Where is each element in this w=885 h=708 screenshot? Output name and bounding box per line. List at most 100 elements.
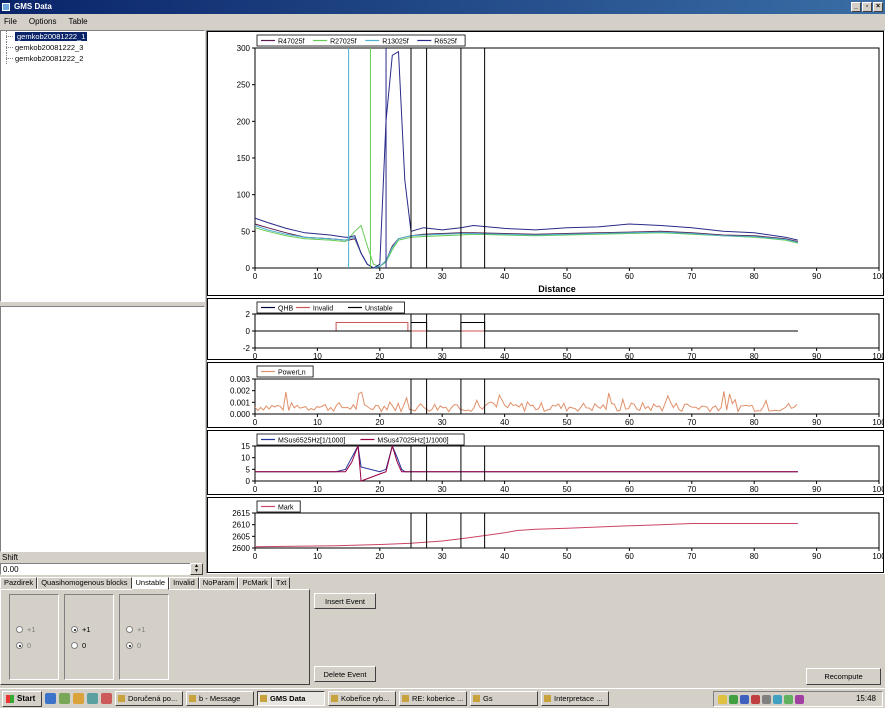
x-tick-label: 30 [438,485,447,494]
x-tick-label: 80 [750,352,759,361]
x-tick-label: 20 [375,272,384,281]
ie-icon[interactable] [45,693,56,704]
radio-plus-one[interactable]: +1 [71,625,91,634]
x-tick-label: 60 [625,552,634,561]
x-tick-label: 60 [625,418,634,427]
tray-icon[interactable] [718,694,727,704]
window-title: GMS Data [14,2,52,11]
tree-item[interactable]: gemkob20081222_1 [1,31,204,42]
taskbar-item-active[interactable]: GMS Data [257,691,325,706]
tab-quasihomogenous-blocks[interactable]: Quasihomogenous blocks [37,577,132,589]
taskbar-item[interactable]: RE: koberice ... [399,691,467,706]
tree-item[interactable]: gemkob20081222_2 [1,53,204,64]
dataset-tree[interactable]: gemkob20081222_1 gemkob20081222_3 gemkob… [0,30,205,302]
insert-event-button[interactable]: Insert Event [314,593,376,609]
x-tick-label: 90 [812,352,821,361]
radio-zero[interactable]: 0 [16,641,31,650]
y-tick-label: 300 [237,44,251,53]
delete-event-button[interactable]: Delete Event [314,666,376,682]
radio-plus-one[interactable]: +1 [16,625,36,634]
legend-label: R47025f [278,39,305,46]
radio-zero[interactable]: 0 [126,641,141,650]
app-quick-icon[interactable] [101,693,112,704]
tray-icon[interactable] [795,694,804,704]
y-tick-label: -2 [243,344,251,353]
x-tick-label: 20 [375,352,384,361]
x-tick-label: 20 [375,485,384,494]
radio-group-1: +1 0 [9,594,59,680]
x-tick-label: 60 [625,485,634,494]
tree-item[interactable]: gemkob20081222_3 [1,42,204,53]
x-tick-label: 70 [687,485,696,494]
x-tick-label: 40 [500,418,509,427]
outlook-icon[interactable] [73,693,84,704]
tray-icon[interactable] [740,694,749,704]
y-tick-label: 0 [246,477,251,486]
tab-invalid[interactable]: Invalid [169,577,199,589]
legend-label: MSus6525Hz[1/1000] [278,438,345,445]
x-tick-label: 90 [812,485,821,494]
x-tick-label: 80 [750,552,759,561]
x-tick-label: 0 [253,272,258,281]
maximize-button[interactable]: ▫ [862,2,872,12]
x-tick-label: 100 [872,418,884,427]
x-tick-label: 90 [812,552,821,561]
tab-txt[interactable]: Txt [271,577,291,589]
taskbar-item[interactable]: Kobeřice ryb... [328,691,396,706]
taskbar-item[interactable]: Doručená po... [115,691,183,706]
tray-icon[interactable] [751,694,760,704]
radio-zero[interactable]: 0 [71,641,86,650]
tab-noparam[interactable]: NoParam [198,577,239,589]
x-tick-label: 30 [438,418,447,427]
x-tick-label: 70 [687,552,696,561]
tab-pazdirek[interactable]: Pazdirek [0,577,38,589]
desktop-icon[interactable] [59,693,70,704]
taskbar-item[interactable]: Interpretace ... [541,691,609,706]
y-tick-label: 10 [241,454,250,463]
y-tick-label: 0.002 [230,387,251,396]
legend-label: Invalid [313,306,333,313]
menu-bar: File Options Table [0,14,885,28]
recompute-button[interactable]: Recompute [806,668,881,685]
tray-icon[interactable] [773,694,782,704]
x-tick-label: 40 [500,485,509,494]
x-tick-label: 40 [500,552,509,561]
y-tick-label: 0 [246,327,251,336]
radio-plus-one[interactable]: +1 [126,625,146,634]
y-tick-label: 15 [241,442,250,451]
clock: 15:48 [855,694,876,703]
y-tick-label: 200 [237,117,251,126]
tray-icon[interactable] [729,694,738,704]
x-tick-label: 30 [438,352,447,361]
x-tick-label: 70 [687,272,696,281]
legend-label: Unstable [365,306,393,313]
media-icon[interactable] [87,693,98,704]
tray-icon[interactable] [784,694,793,704]
y-tick-label: 150 [237,154,251,163]
taskbar-item[interactable]: b - Message [186,691,254,706]
taskbar-item[interactable]: Gs [470,691,538,706]
x-tick-label: 50 [563,418,572,427]
menu-file[interactable]: File [4,17,17,26]
tab-pcmark[interactable]: PcMark [238,577,272,589]
tray-icon[interactable] [762,694,771,704]
close-button[interactable]: × [873,2,883,12]
x-tick-label: 50 [563,485,572,494]
x-tick-label: 70 [687,352,696,361]
shift-spinner[interactable]: ▲ ▼ [190,563,203,575]
minimize-button[interactable]: _ [851,2,861,12]
x-tick-label: 100 [872,272,884,281]
tab-unstable[interactable]: Unstable [131,577,170,590]
radio-icon [16,626,23,633]
y-tick-label: 5 [246,465,251,474]
start-button[interactable]: Start [2,690,42,707]
x-tick-label: 100 [872,485,884,494]
x-tick-label: 40 [500,352,509,361]
menu-options[interactable]: Options [29,17,57,26]
menu-table[interactable]: Table [68,17,87,26]
tab-strip: Pazdirek Quasihomogenous blocks Unstable… [0,577,291,590]
shift-input[interactable]: 0.00 [0,563,203,575]
x-tick-label: 50 [563,352,572,361]
title-bar: GMS Data _ ▫ × [0,0,885,14]
y-tick-label: 250 [237,81,251,90]
